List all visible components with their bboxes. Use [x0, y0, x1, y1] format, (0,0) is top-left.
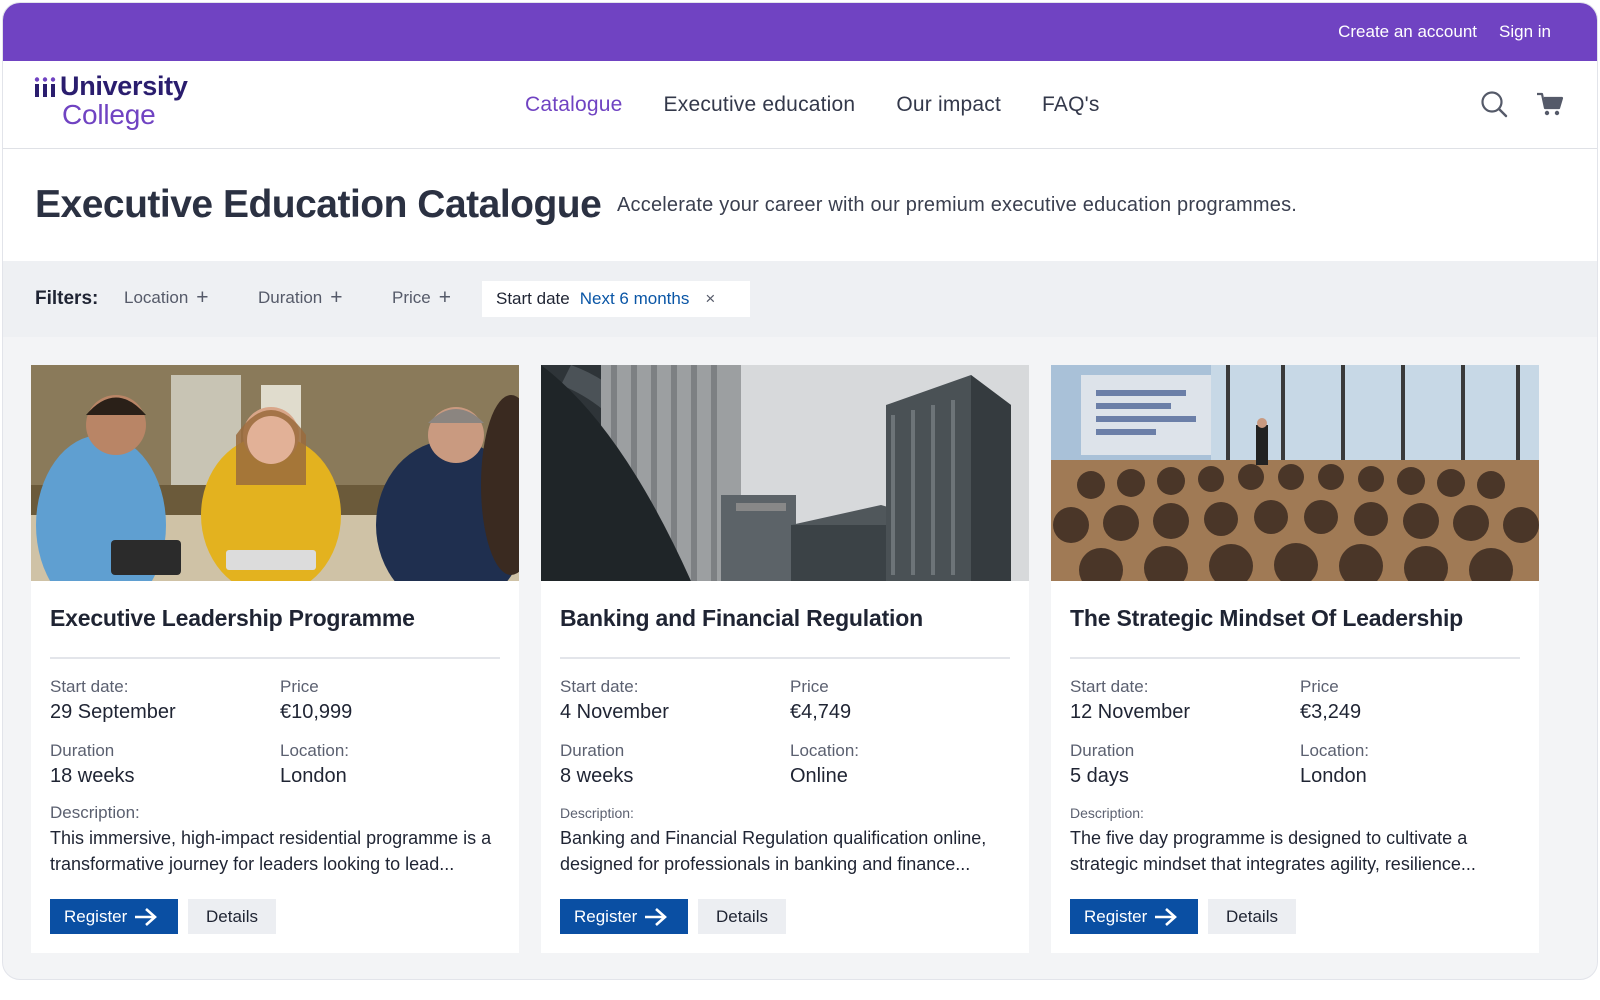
register-button[interactable]: Register [50, 899, 178, 934]
details-button[interactable]: Details [1208, 899, 1296, 934]
start-date-label: Start date: [1070, 677, 1149, 696]
filter-duration-button[interactable]: Duration + [258, 287, 343, 308]
start-date-value: 4 November [560, 701, 669, 723]
browser-frame: Create an account Sign in University Col… [2, 2, 1598, 980]
course-card: Banking and Financial Regulation Start d… [541, 365, 1029, 953]
top-bar: Create an account Sign in [3, 3, 1597, 61]
university-logo[interactable]: University College [34, 71, 214, 135]
active-filter-value: Next 6 months [579, 289, 690, 308]
price-value: €4,749 [790, 701, 852, 723]
skyscrapers-photo [541, 365, 1029, 581]
cart-icon[interactable] [1535, 89, 1565, 119]
nav-item-catalogue[interactable]: Catalogue [525, 93, 623, 117]
create-account-link[interactable]: Create an account [1338, 22, 1477, 42]
site-header: University College Catalogue Executive e… [3, 61, 1597, 149]
page-hero: Executive Education Catalogue Accelerate… [3, 149, 1597, 261]
description-label: Description: [1070, 805, 1144, 821]
price-label: Price [1300, 677, 1339, 696]
location-label: Location: [1300, 741, 1369, 760]
description-label: Description: [560, 805, 634, 821]
sign-in-link[interactable]: Sign in [1499, 22, 1551, 42]
course-title[interactable]: Executive Leadership Programme [50, 605, 415, 632]
duration-label: Duration [560, 741, 625, 760]
filter-duration-label: Duration [258, 287, 323, 307]
arrow-right-icon [135, 907, 158, 926]
nav-item-faqs[interactable]: FAQ's [1042, 93, 1100, 117]
nav-item-executive-education[interactable]: Executive education [664, 93, 856, 117]
location-value: London [280, 765, 347, 787]
description-text: Banking and Financial Regulation qualifi… [560, 828, 987, 874]
logo-word-college: College [62, 99, 156, 130]
logo-mark-icon [34, 77, 56, 97]
start-date-label: Start date: [50, 677, 129, 696]
active-filter-key: Start date [496, 289, 570, 308]
description-text: The five day programme is designed to cu… [1070, 828, 1476, 874]
register-label: Register [1084, 906, 1148, 926]
price-label: Price [280, 677, 319, 696]
register-label: Register [574, 906, 638, 926]
divider [1070, 657, 1520, 659]
filter-location-button[interactable]: Location + [124, 287, 209, 308]
details-button[interactable]: Details [698, 899, 786, 934]
meeting-photo [31, 365, 519, 581]
start-date-value: 12 November [1070, 701, 1191, 723]
course-card: Executive Leadership Programme Start dat… [31, 365, 519, 953]
filter-bar: Filters: Location + Duration + Price + S… [3, 261, 1597, 337]
filter-price-button[interactable]: Price + [392, 287, 451, 308]
description-label: Description: [50, 803, 140, 822]
plus-icon: + [438, 286, 451, 309]
course-title[interactable]: The Strategic Mindset Of Leadership [1070, 605, 1463, 632]
location-value: London [1300, 765, 1367, 787]
divider [560, 657, 1010, 659]
start-date-label: Start date: [560, 677, 639, 696]
plus-icon: + [330, 286, 343, 309]
duration-value: 8 weeks [560, 765, 634, 787]
page-subtitle: Accelerate your career with our premium … [617, 194, 1298, 216]
filters-label: Filters: [35, 288, 99, 309]
price-value: €10,999 [280, 701, 353, 723]
divider [50, 657, 500, 659]
course-cards: Executive Leadership Programme Start dat… [31, 365, 1539, 953]
active-filter-start-date[interactable]: Start date Next 6 months × [482, 281, 750, 317]
details-button[interactable]: Details [188, 899, 276, 934]
register-button[interactable]: Register [560, 899, 688, 934]
header-icons [1479, 89, 1565, 119]
duration-value: 18 weeks [50, 765, 135, 787]
search-icon[interactable] [1479, 89, 1509, 119]
location-label: Location: [790, 741, 859, 760]
duration-label: Duration [50, 741, 115, 760]
logo-word-university: University [60, 71, 188, 101]
filter-location-label: Location [124, 287, 189, 307]
close-icon[interactable]: × [705, 289, 715, 309]
register-button[interactable]: Register [1070, 899, 1198, 934]
course-card: The Strategic Mindset Of Leadership Star… [1051, 365, 1539, 953]
arrow-right-icon [1155, 907, 1178, 926]
page-title: Executive Education Catalogue [35, 183, 602, 226]
register-label: Register [64, 906, 128, 926]
course-title[interactable]: Banking and Financial Regulation [560, 605, 923, 632]
location-label: Location: [280, 741, 349, 760]
plus-icon: + [196, 286, 209, 309]
duration-label: Duration [1070, 741, 1135, 760]
location-value: Online [790, 765, 848, 787]
main-nav: Catalogue Executive education Our impact… [525, 61, 1100, 149]
nav-item-our-impact[interactable]: Our impact [896, 93, 1001, 117]
description-text: This immersive, high-impact residential … [50, 828, 492, 874]
duration-value: 5 days [1070, 765, 1129, 787]
price-value: €3,249 [1300, 701, 1362, 723]
arrow-right-icon [645, 907, 668, 926]
conference-photo [1051, 365, 1539, 581]
filter-price-label: Price [392, 287, 431, 307]
price-label: Price [790, 677, 829, 696]
start-date-value: 29 September [50, 701, 176, 723]
